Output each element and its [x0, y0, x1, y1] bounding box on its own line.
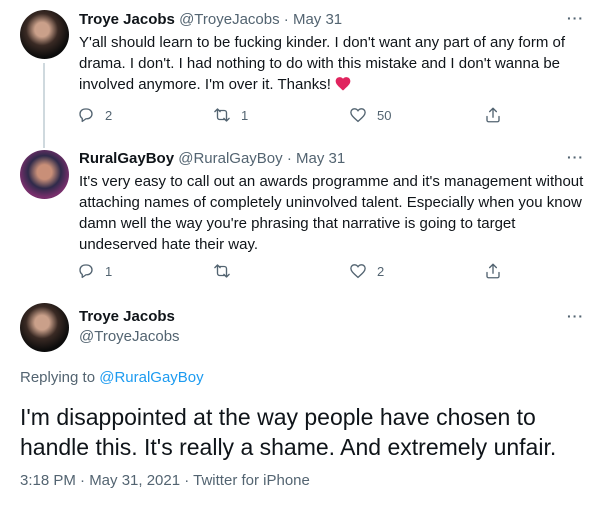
avatar[interactable] — [20, 150, 69, 199]
more-options-icon[interactable]: ··· — [567, 149, 584, 165]
tweet-actions: 2 1 50 — [77, 106, 507, 126]
tweet-header: Troye Jacobs @TroyeJacobs · May 31 — [79, 10, 342, 30]
tweet-2[interactable]: RuralGayBoy @RuralGayBoy · May 31 ··· It… — [0, 140, 604, 290]
separator-dot: · — [282, 150, 296, 167]
user-handle[interactable]: @RuralGayBoy — [178, 150, 282, 167]
heart-outline-icon — [350, 264, 366, 279]
tweet-actions: 1 2 — [77, 262, 507, 282]
share-icon — [486, 107, 500, 123]
thread-line — [43, 63, 45, 143]
thread-line-top — [43, 140, 45, 148]
tweet-timestamp[interactable]: 3:18 PM · May 31, 2021 · Twitter for iPh… — [20, 472, 310, 489]
replying-to: Replying to @RuralGayBoy — [20, 369, 204, 386]
more-options-icon[interactable]: ··· — [567, 10, 584, 26]
more-options-icon[interactable]: ··· — [567, 308, 584, 324]
display-name[interactable]: Troye Jacobs — [79, 11, 175, 28]
tweet-date[interactable]: May 31 — [296, 150, 345, 167]
reply-icon — [79, 108, 93, 123]
tweet-date[interactable]: May 31 — [293, 11, 342, 28]
tweet-header: RuralGayBoy @RuralGayBoy · May 31 — [79, 149, 345, 169]
share-icon — [486, 263, 500, 279]
like-button[interactable]: 50 — [349, 106, 391, 124]
tweet-text-content: Y'all should learn to be fucking kinder.… — [79, 34, 566, 93]
share-button[interactable] — [484, 262, 502, 280]
heart-outline-icon — [350, 108, 366, 123]
tweet-text: Y'all should learn to be fucking kinder.… — [79, 32, 589, 97]
like-button[interactable]: 2 — [349, 262, 384, 280]
retweet-icon — [214, 108, 230, 122]
like-count: 2 — [377, 263, 385, 279]
replying-to-link[interactable]: @RuralGayBoy — [99, 369, 203, 386]
tweet-text: It's very easy to call out an awards pro… — [79, 173, 584, 253]
focus-user-handle[interactable]: @TroyeJacobs — [79, 328, 180, 345]
reply-button[interactable]: 2 — [77, 106, 112, 124]
like-count: 50 — [377, 107, 392, 123]
share-button[interactable] — [484, 106, 502, 124]
reply-icon — [79, 264, 93, 279]
reply-count: 2 — [105, 107, 113, 123]
focus-tweet-text: I'm disappointed at the way people have … — [20, 404, 557, 460]
focus-avatar[interactable] — [20, 303, 69, 352]
separator-dot: · — [279, 11, 293, 28]
reply-count: 1 — [105, 263, 113, 279]
user-handle[interactable]: @TroyeJacobs — [179, 11, 280, 28]
focus-display-name[interactable]: Troye Jacobs — [79, 308, 175, 325]
replying-prefix: Replying to — [20, 369, 96, 386]
retweet-icon — [214, 264, 230, 278]
red-heart-emoji-icon — [335, 76, 351, 97]
tweet-1[interactable]: Troye Jacobs @TroyeJacobs · May 31 ··· Y… — [0, 0, 604, 143]
avatar[interactable] — [20, 10, 69, 59]
display-name[interactable]: RuralGayBoy — [79, 150, 174, 167]
retweet-button[interactable]: 1 — [213, 106, 248, 124]
retweet-button[interactable] — [213, 262, 241, 280]
retweet-count: 1 — [241, 107, 249, 123]
reply-button[interactable]: 1 — [77, 262, 112, 280]
